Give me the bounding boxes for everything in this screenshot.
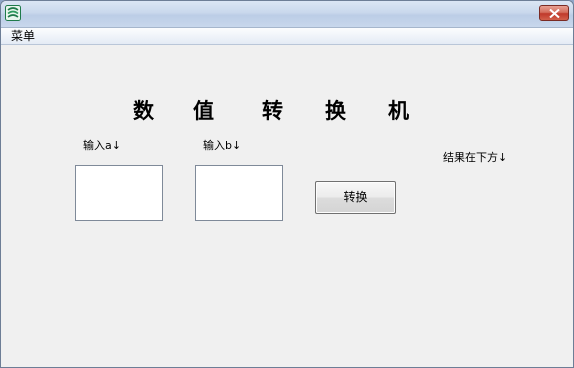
- input-a-field[interactable]: [75, 165, 163, 221]
- app-window: 菜单 数 值 转 换 机 输入a↓ 输入b↓ 结果在下方↓ 转换: [0, 0, 574, 368]
- title-bar[interactable]: [1, 1, 573, 28]
- close-button[interactable]: [539, 5, 569, 21]
- convert-button[interactable]: 转换: [315, 181, 396, 214]
- input-b-field[interactable]: [195, 165, 283, 221]
- title-char: 值: [193, 99, 214, 123]
- title-char: 换: [325, 99, 346, 123]
- input-a-label: 输入a↓: [83, 139, 121, 152]
- title-char: 机: [388, 99, 409, 123]
- result-label: 结果在下方↓: [443, 151, 508, 164]
- menu-item[interactable]: 菜单: [8, 28, 38, 44]
- page-title: 数 值 转 换 机: [127, 96, 427, 126]
- title-char: 转: [262, 99, 283, 123]
- app-icon[interactable]: [5, 5, 21, 21]
- title-char: 数: [133, 99, 154, 123]
- input-b-label: 输入b↓: [203, 139, 242, 152]
- menu-bar: 菜单: [1, 28, 573, 45]
